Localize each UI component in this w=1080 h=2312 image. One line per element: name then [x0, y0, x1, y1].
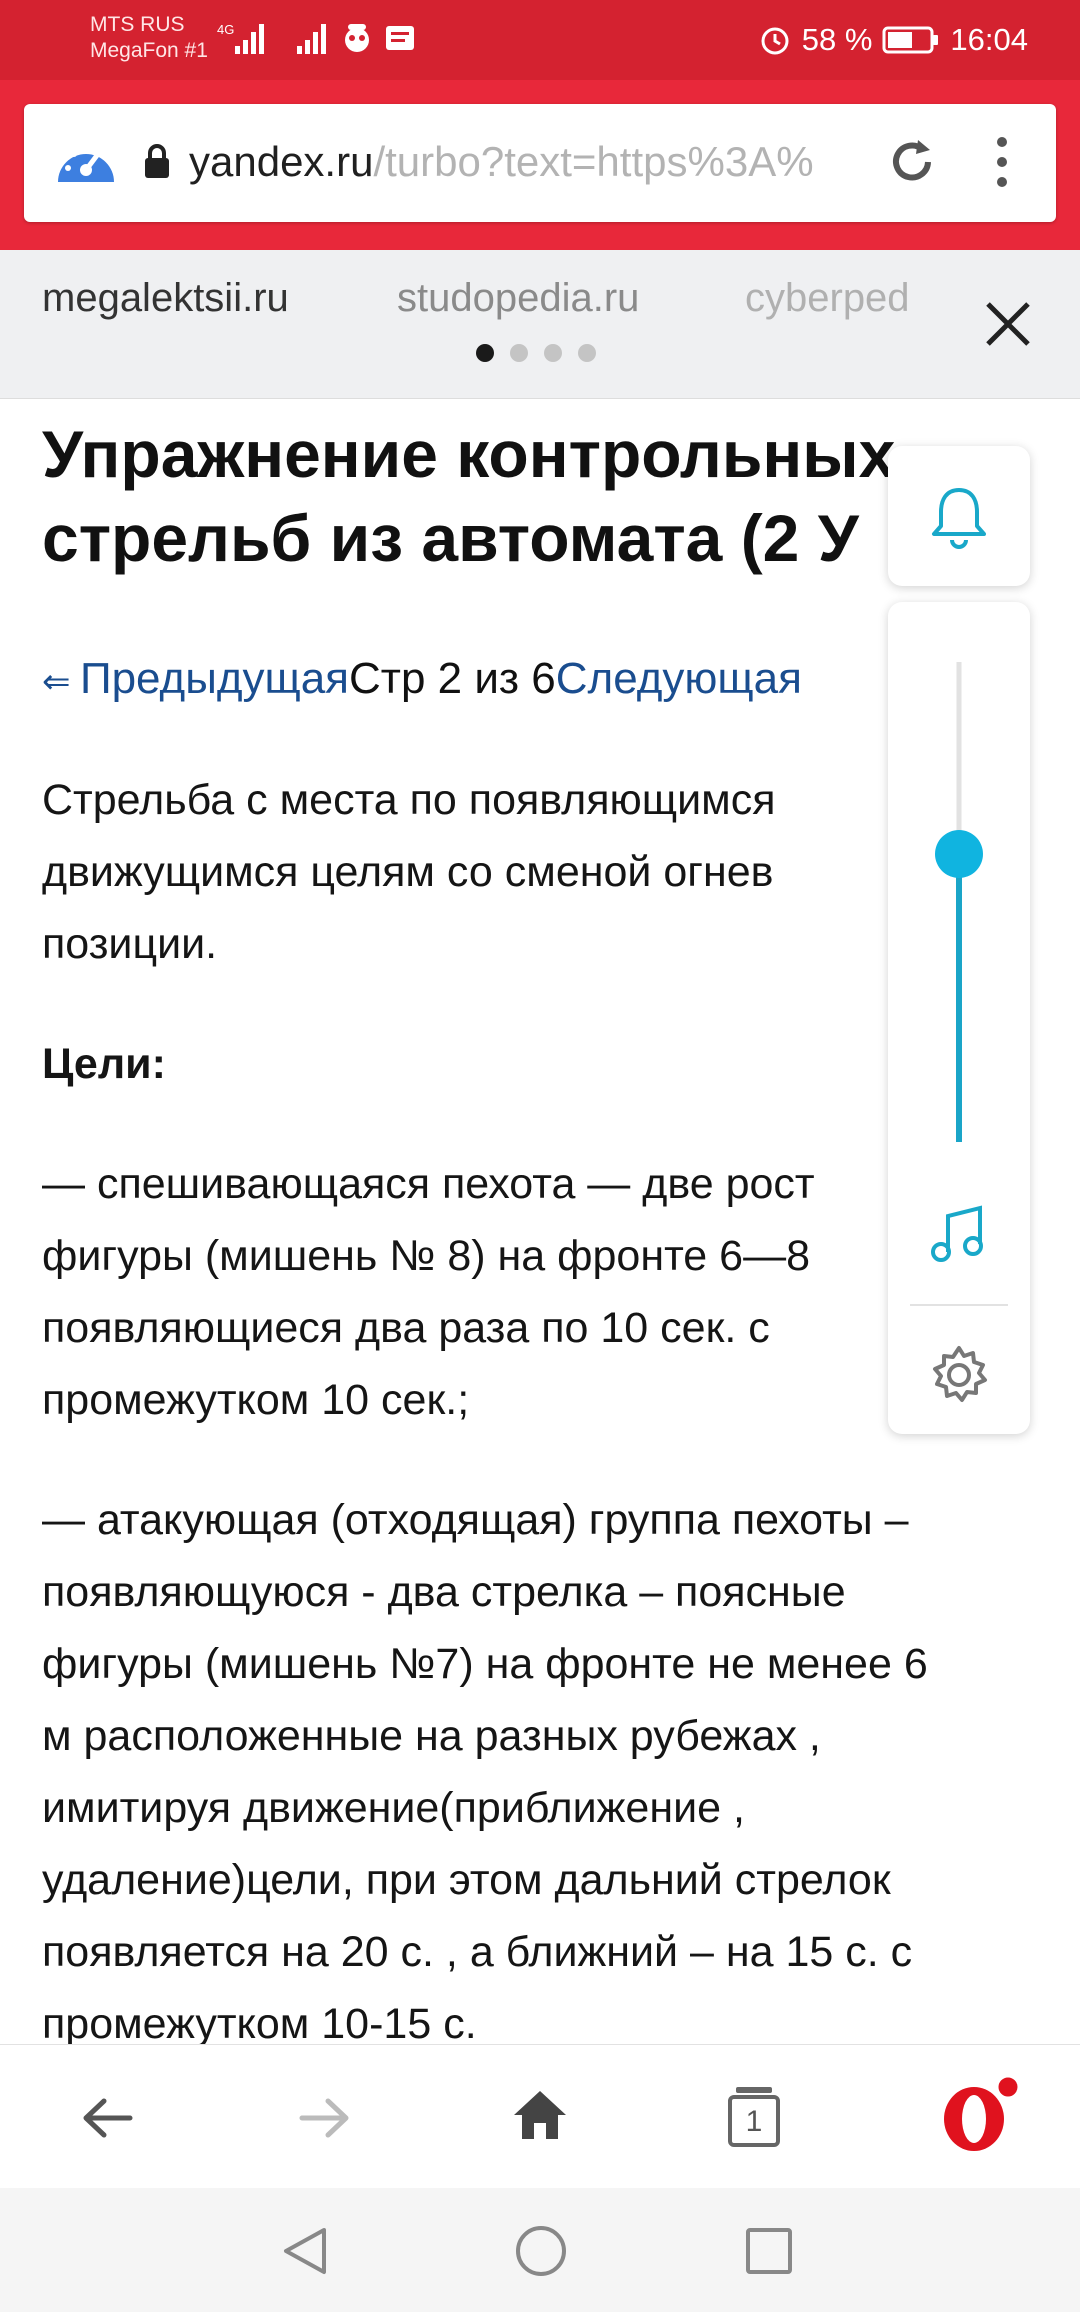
text-line: фигуры (мишень № 8) на фронте 6—8: [42, 1232, 810, 1280]
battery-level: 58 %: [801, 22, 873, 57]
back-arrow-icon[interactable]: [80, 2093, 136, 2143]
carrier-2: MegaFon #1: [90, 39, 208, 62]
url-domain: yandex.ru: [189, 138, 374, 185]
system-back-icon[interactable]: [280, 2224, 330, 2278]
tab-count: 1: [745, 2105, 763, 2138]
signal-icon: [297, 24, 326, 54]
status-right: 58 % 16:04: [758, 20, 1028, 60]
intro-paragraph: Стрельба с места по появляющимся движущи…: [42, 764, 776, 980]
related-site-1[interactable]: megalektsii.ru: [42, 276, 289, 321]
target-2-paragraph: — атакующая (отходящая) группа пехоты – …: [42, 1484, 928, 2060]
text-line: появляется на 20 с. , а ближний – на 15 …: [42, 1928, 913, 1976]
prev-page-link[interactable]: Предыдущая: [80, 654, 349, 703]
gear-icon[interactable]: [926, 1342, 992, 1408]
opera-menu-icon[interactable]: [936, 2073, 1022, 2157]
carrier-1: MTS RUS: [90, 13, 185, 36]
close-icon[interactable]: [982, 298, 1034, 350]
status-bar: MTS RUS MegaFon #1 4G 58 % 16:04: [0, 0, 1080, 80]
related-site-3[interactable]: cyberped: [745, 276, 930, 321]
subscribe-card[interactable]: [888, 446, 1030, 586]
text-line: промежутком 10 сек.;: [42, 1376, 470, 1424]
network-type-label: 4G: [217, 22, 234, 37]
music-icon[interactable]: [926, 1202, 992, 1268]
carousel-dot: [578, 344, 596, 362]
address-bar[interactable]: yandex.ru/turbo?text=https%3A%: [24, 104, 1056, 222]
text-line: — атакующая (отходящая) группа пехоты –: [42, 1496, 909, 1544]
carrier-info: MTS RUS MegaFon #1: [90, 12, 208, 64]
system-home-icon[interactable]: [514, 2224, 568, 2278]
text-line: Стрельба с места по появляющимся: [42, 776, 776, 824]
browser-bottom-nav: 1: [0, 2044, 1080, 2189]
targets-heading: Цели:: [42, 1040, 166, 1088]
target-1-paragraph: — спешивающаяся пехота — две рост фигуры…: [42, 1148, 815, 1436]
divider: [910, 1304, 1008, 1306]
clock: 16:04: [950, 22, 1028, 57]
alarm-icon: [761, 27, 789, 55]
tabs-icon[interactable]: 1: [726, 2085, 782, 2149]
text-line: имитируя движение(приближение ,: [42, 1784, 745, 1832]
text-line: позиции.: [42, 920, 218, 968]
text-line: м расположенные на разных рубежах ,: [42, 1712, 821, 1760]
text-line: фигуры (мишень №7) на фронте не менее 6: [42, 1640, 928, 1688]
volume-slider[interactable]: [888, 602, 1030, 1142]
text-line: — спешивающаяся пехота — две рост: [42, 1160, 815, 1208]
page-info: Стр 2 из 6: [349, 654, 556, 703]
prev-arrow-icon[interactable]: ⇐: [42, 663, 80, 701]
carousel-dot: [510, 344, 528, 362]
browser-toolbar: yandex.ru/turbo?text=https%3A%: [0, 80, 1080, 250]
pagination: ⇐ ПредыдущаяСтр 2 из 6Следующая: [42, 654, 802, 704]
forward-arrow-icon[interactable]: [296, 2093, 352, 2143]
related-site-2[interactable]: studopedia.ru: [397, 276, 639, 321]
system-nav-bar: [0, 2188, 1080, 2312]
text-line: удаление)цели, при этом дальний стрелок: [42, 1856, 891, 1904]
volume-slider-handle[interactable]: [935, 830, 983, 878]
text-line: появляющуюся - два стрелка – поясные: [42, 1568, 846, 1616]
carousel-dot: [544, 344, 562, 362]
more-icon[interactable]: [990, 132, 1014, 192]
carousel-dot: [476, 344, 494, 362]
signal-icon: 4G: [217, 22, 264, 54]
url-text[interactable]: yandex.ru/turbo?text=https%3A%: [189, 138, 879, 186]
bell-icon[interactable]: [924, 482, 994, 552]
carousel-dots: [476, 344, 596, 362]
system-recents-icon[interactable]: [744, 2226, 794, 2276]
text-line: появляющиеся два раза по 10 сек. с: [42, 1304, 770, 1352]
message-icon: [386, 26, 414, 50]
home-icon[interactable]: [510, 2087, 570, 2143]
related-sites-bar: megalektsii.ru studopedia.ru cyberped: [0, 250, 1080, 399]
notification-icon: [345, 24, 369, 52]
reload-icon[interactable]: [884, 134, 940, 190]
speed-dial-icon[interactable]: [54, 132, 118, 192]
battery-icon: [882, 26, 939, 54]
url-path: /turbo?text=https%3A%: [373, 138, 814, 185]
text-line: движущимся целям со сменой огнев: [42, 848, 774, 896]
lock-icon: [145, 144, 169, 178]
next-page-link[interactable]: Следующая: [556, 654, 802, 703]
audio-panel: [888, 602, 1030, 1434]
